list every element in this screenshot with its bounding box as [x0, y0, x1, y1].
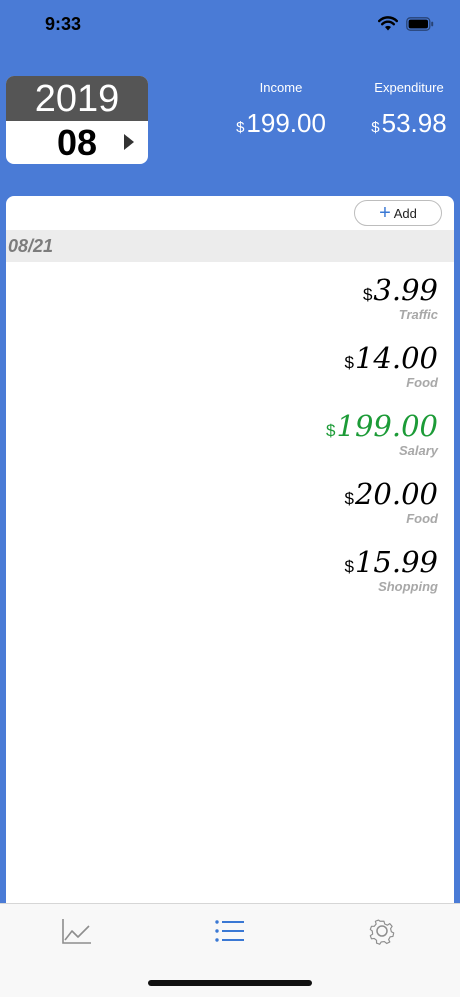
date-picker[interactable]: 2019 08 — [6, 76, 148, 164]
expense-total: $53.98 — [360, 108, 458, 143]
list-icon — [213, 920, 247, 952]
transaction-value: 199.00 — [336, 409, 438, 443]
transaction-item[interactable]: $3.99 Traffic — [6, 272, 454, 340]
date-section-header: 08/21 — [6, 230, 454, 262]
expense-amount: 53.98 — [381, 108, 447, 138]
transaction-value: 14.00 — [354, 341, 438, 375]
battery-icon — [406, 16, 434, 36]
income-amount: 199.00 — [246, 108, 326, 138]
status-time: 9:33 — [45, 14, 82, 34]
transaction-currency: $ — [362, 285, 373, 304]
home-indicator — [148, 980, 312, 986]
status-icons — [378, 16, 434, 36]
month-row: 08 — [6, 121, 148, 164]
tab-list[interactable] — [213, 916, 247, 948]
transaction-value: 3.99 — [373, 273, 438, 307]
status-bar: 9:33 — [0, 0, 460, 50]
tab-settings[interactable] — [366, 916, 400, 948]
expense-label: Expenditure — [374, 80, 444, 95]
transaction-currency: $ — [326, 421, 336, 440]
next-month-arrow-icon[interactable] — [124, 134, 134, 150]
add-label: Add — [393, 205, 417, 221]
income-currency: $ — [236, 119, 245, 136]
transaction-currency: $ — [344, 489, 354, 508]
transaction-category: Traffic — [398, 307, 438, 322]
transaction-currency: $ — [344, 557, 354, 576]
transaction-category: Shopping — [378, 579, 438, 594]
transaction-currency: $ — [344, 353, 354, 372]
transaction-category: Salary — [398, 443, 438, 458]
transaction-value: 15.99 — [354, 545, 438, 579]
income-label: Income — [259, 80, 303, 95]
tab-chart[interactable] — [60, 916, 94, 948]
add-button[interactable]: + Add — [354, 200, 442, 226]
year-display[interactable]: 2019 — [6, 76, 148, 121]
expense-currency: $ — [371, 119, 380, 136]
transaction-list: $3.99 Traffic $14.00 Food $199.00 Salary… — [6, 272, 454, 612]
date-header-label: 08/21 — [8, 236, 54, 256]
transaction-item[interactable]: $20.00 Food — [6, 476, 454, 544]
transaction-category: Food — [406, 511, 438, 526]
gear-icon — [366, 919, 400, 952]
transaction-item[interactable]: $199.00 Salary — [6, 408, 454, 476]
income-total: $199.00 — [205, 108, 357, 143]
expense-summary: Expenditure $53.98 — [360, 80, 458, 143]
transactions-card: + Add 08/21 $3.99 Traffic $14.00 Food $1… — [6, 196, 454, 906]
transaction-item[interactable]: $15.99 Shopping — [6, 544, 454, 612]
transaction-value: 20.00 — [354, 477, 438, 511]
chart-icon — [60, 919, 94, 952]
transaction-item[interactable]: $14.00 Food — [6, 340, 454, 408]
income-summary: Income $199.00 — [205, 80, 357, 143]
plus-icon: + — [379, 202, 391, 224]
wifi-icon — [378, 16, 398, 36]
transaction-category: Food — [406, 375, 438, 390]
